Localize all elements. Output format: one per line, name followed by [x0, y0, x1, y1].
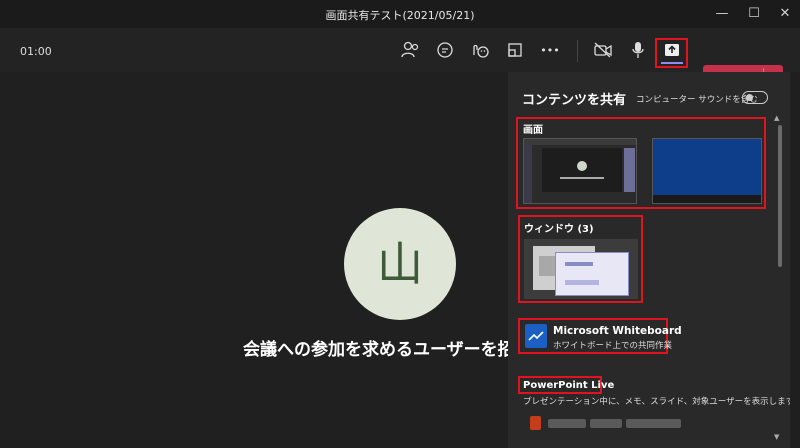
- screen-section-label: 画面: [523, 125, 543, 136]
- more-icon[interactable]: •••: [538, 38, 562, 62]
- close-button[interactable]: ✕: [775, 4, 795, 24]
- avatar: 山: [344, 208, 456, 320]
- toggle-knob: [746, 94, 753, 101]
- title-bar: 画面共有テスト(2021/05/21) — ☐ ✕: [0, 0, 800, 28]
- rooms-icon[interactable]: [503, 38, 527, 62]
- whiteboard-title[interactable]: Microsoft Whiteboard: [553, 325, 682, 337]
- reactions-icon[interactable]: [468, 38, 492, 62]
- screen-2-thumbnail[interactable]: [652, 138, 762, 204]
- file-name-redacted[interactable]: [548, 419, 586, 428]
- meeting-timer: 01:00: [20, 45, 52, 58]
- screen-1-thumbnail[interactable]: [523, 138, 637, 204]
- powerpoint-file-icon: [530, 416, 541, 430]
- camera-off-icon[interactable]: [591, 38, 615, 62]
- panel-title: コンテンツを共有: [522, 93, 627, 108]
- scroll-down-arrow[interactable]: ▼: [774, 433, 779, 441]
- whiteboard-icon: [525, 324, 547, 348]
- share-active-indicator: [661, 62, 683, 64]
- whiteboard-subtitle: ホワイトボード上での共同作業: [553, 341, 673, 351]
- include-sound-toggle[interactable]: [742, 91, 768, 104]
- powerpoint-live-description: プレゼンテーション中に、メモ、スライド、対象ユーザーを表示します: [523, 397, 790, 407]
- include-sound-label: コンピューター サウンドを含む: [636, 95, 758, 105]
- scroll-up-arrow[interactable]: ▲: [774, 114, 779, 122]
- invite-prompt[interactable]: 会議への参加を求めるユーザーを招待: [243, 335, 532, 360]
- window-title: 画面共有テスト(2021/05/21): [325, 9, 475, 22]
- mic-icon[interactable]: [626, 38, 650, 62]
- file-name-redacted: [590, 419, 622, 428]
- panel-scrollbar[interactable]: [778, 125, 782, 267]
- file-name-redacted: [626, 419, 681, 428]
- window-section-label: ウィンドウ (3): [524, 224, 594, 235]
- minimize-button[interactable]: —: [712, 4, 732, 24]
- powerpoint-live-title: PowerPoint Live: [523, 380, 615, 391]
- chat-icon[interactable]: [433, 38, 457, 62]
- toolbar-divider: [577, 40, 578, 62]
- maximize-button[interactable]: ☐: [744, 4, 764, 24]
- people-icon[interactable]: [398, 38, 422, 62]
- window-thumbnail[interactable]: [524, 239, 638, 299]
- share-content-panel: コンテンツを共有 コンピューター サウンドを含む 画面 ウィンドウ (3) Mi…: [508, 72, 790, 448]
